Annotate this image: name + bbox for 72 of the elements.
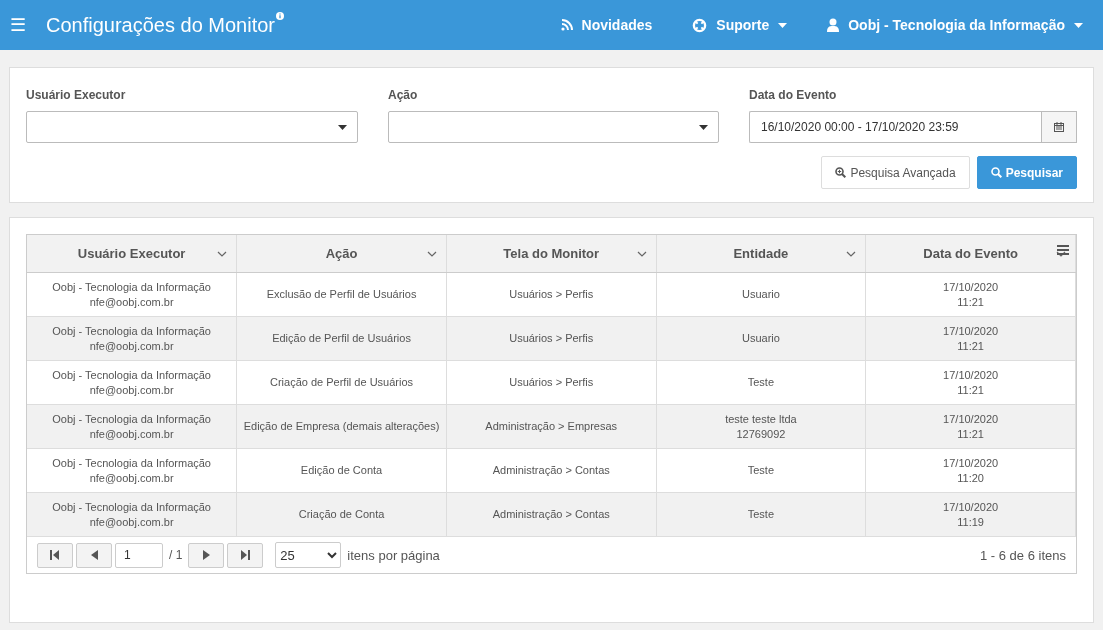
field-label: Ação bbox=[388, 88, 419, 102]
last-page-button[interactable] bbox=[227, 542, 264, 568]
table-cell: Teste bbox=[656, 448, 866, 493]
chevron-icon[interactable] bbox=[636, 251, 647, 257]
table-cell: Oobj - Tecnologia da Informação nfe@oobj.com.br bbox=[27, 448, 237, 493]
table-cell: Administração > Empresas bbox=[446, 404, 657, 449]
page-count: / 1 bbox=[169, 548, 183, 562]
table-cell: 17/10/2020 11:21 bbox=[865, 404, 1076, 449]
previous-page-button[interactable] bbox=[76, 542, 112, 568]
dropdown-caret-icon bbox=[338, 124, 347, 130]
table-cell: Usuários > Perfis bbox=[446, 272, 657, 317]
select-field[interactable] bbox=[388, 111, 719, 143]
table-cell: Exclusão de Perfil de Usuários bbox=[236, 272, 447, 317]
table-cell: Teste bbox=[656, 360, 866, 405]
column-header[interactable]: Data do Evento bbox=[865, 235, 1076, 273]
table-cell: 17/10/2020 11:21 bbox=[865, 316, 1076, 361]
column-header[interactable]: Tela do Monitor bbox=[446, 235, 657, 273]
table-cell: Oobj - Tecnologia da Informação nfe@oobj.com.br bbox=[27, 272, 237, 317]
page-number-field[interactable]: 1 bbox=[115, 542, 163, 568]
table-cell: Usuários > Perfis bbox=[446, 360, 657, 405]
table-cell: Edição de Perfil de Usuários bbox=[236, 316, 447, 361]
table-cell: 17/10/2020 11:21 bbox=[865, 360, 1076, 405]
table-cell: Teste bbox=[656, 492, 866, 537]
info-icon bbox=[276, 11, 284, 20]
first-page-icon bbox=[50, 550, 60, 560]
previous-icon bbox=[90, 550, 98, 560]
next-page-button[interactable] bbox=[188, 542, 225, 568]
table-cell: 17/10/2020 11:19 bbox=[865, 492, 1076, 537]
calendar-icon bbox=[1054, 122, 1064, 132]
select-field[interactable] bbox=[26, 111, 358, 143]
zoom-in-icon bbox=[835, 167, 847, 178]
first-page-button[interactable] bbox=[37, 542, 73, 568]
table-cell: Oobj - Tecnologia da Informação nfe@oobj.com.br bbox=[27, 492, 237, 537]
table-cell: Usuários > Perfis bbox=[446, 316, 657, 361]
table-cell: Oobj - Tecnologia da Informação nfe@oobj.com.br bbox=[27, 360, 237, 405]
table-cell: Criação de Conta bbox=[236, 492, 447, 537]
table-cell: Edição de Empresa (demais alterações) bbox=[236, 404, 447, 449]
last-page-icon bbox=[240, 550, 251, 560]
table-cell: 17/10/2020 11:20 bbox=[865, 448, 1076, 493]
date-range-field[interactable]: 16/10/2020 00:00 - 17/10/2020 23:59 bbox=[749, 111, 1041, 143]
dropdown-caret-icon bbox=[699, 124, 708, 130]
table-cell: 17/10/2020 11:21 bbox=[865, 272, 1076, 317]
lifebuoy-icon bbox=[692, 17, 708, 33]
column-header[interactable]: Entidade bbox=[656, 235, 866, 273]
search-icon bbox=[990, 167, 1002, 178]
table-cell: Oobj - Tecnologia da Informação nfe@oobj.com.br bbox=[27, 316, 237, 361]
menu-icon[interactable] bbox=[1057, 245, 1069, 255]
chevron-icon[interactable] bbox=[1056, 251, 1066, 257]
user-icon bbox=[827, 18, 840, 32]
table-cell: Oobj - Tecnologia da Informação nfe@oobj.com.br bbox=[27, 404, 237, 449]
column-header[interactable]: Usuário Executor bbox=[27, 235, 237, 273]
rss-icon bbox=[560, 19, 573, 31]
table-cell: Edição de Conta bbox=[236, 448, 447, 493]
chevron-icon[interactable] bbox=[846, 251, 857, 257]
table-cell: Administração > Contas bbox=[446, 492, 657, 537]
next-icon bbox=[202, 550, 210, 560]
column-header[interactable]: Ação bbox=[236, 235, 447, 273]
chevron-icon[interactable] bbox=[217, 251, 228, 257]
table-cell: Criação de Perfil de Usuários bbox=[236, 360, 447, 405]
field-label: Usuário Executor bbox=[26, 88, 127, 102]
page-size-select[interactable]: 25 bbox=[275, 542, 342, 568]
page-size-label: itens por página bbox=[347, 547, 440, 563]
chevron-icon[interactable] bbox=[426, 251, 437, 257]
advanced-search-button[interactable]: Pesquisa Avançada bbox=[821, 156, 970, 189]
table-cell: teste teste ltda 12769092 bbox=[656, 404, 866, 449]
calendar-button[interactable] bbox=[1041, 111, 1077, 143]
table-cell: Usuario bbox=[656, 272, 866, 317]
table-cell: Usuario bbox=[656, 316, 866, 361]
page-title: Configurações do Monitor bbox=[46, 13, 275, 37]
field-label: Data do Evento bbox=[749, 88, 838, 102]
table-cell: Administração > Contas bbox=[446, 448, 657, 493]
items-summary: 1 - 6 de 6 itens bbox=[980, 547, 1066, 563]
